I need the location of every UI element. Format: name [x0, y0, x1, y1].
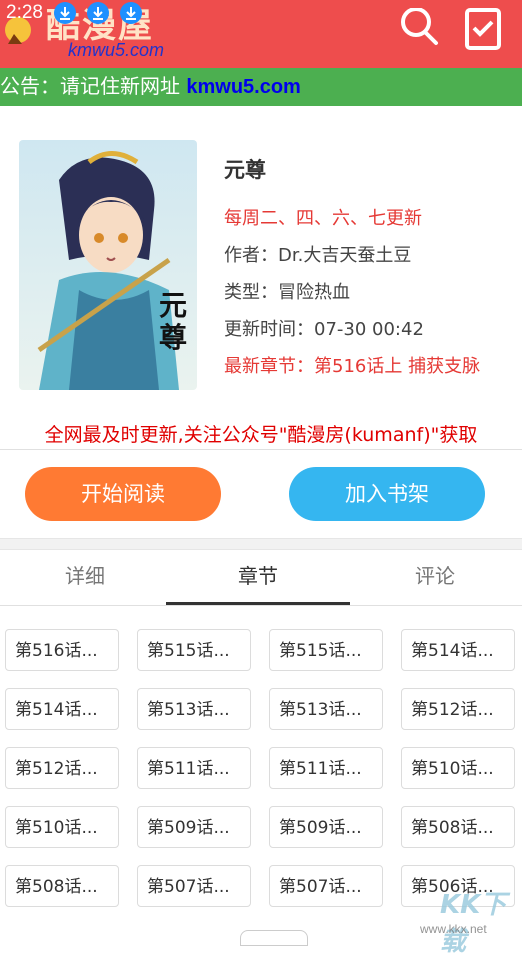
download-icon	[87, 2, 109, 24]
tab-chapters[interactable]: 章节	[166, 550, 350, 604]
chapter-item[interactable]: 第514话...	[401, 629, 515, 671]
chapter-item[interactable]: 第510话...	[401, 747, 515, 789]
chapter-item[interactable]: 第512话...	[401, 688, 515, 730]
chapter-item[interactable]: 第515话...	[137, 629, 251, 671]
status-time: 2:28	[6, 2, 43, 23]
status-bar: 2:28	[0, 0, 522, 28]
logo-url: kmwu5.com	[68, 40, 165, 60]
chapter-item[interactable]: 第512话...	[5, 747, 119, 789]
chapter-item[interactable]: 第511话...	[137, 747, 251, 789]
chapter-item[interactable]: 第514话...	[5, 688, 119, 730]
tab-details[interactable]: 详细	[0, 550, 170, 604]
comic-author: 作者：Dr.大吉天蚕土豆	[224, 245, 412, 266]
divider	[0, 605, 522, 606]
cover-caption: 元尊	[159, 289, 188, 354]
back-to-top-handle[interactable]	[240, 930, 308, 946]
start-reading-button[interactable]: 开始阅读	[25, 467, 221, 521]
update-time: 更新时间：07-30 00:42	[224, 319, 424, 340]
chapter-item[interactable]: 第508话...	[5, 865, 119, 907]
download-icon	[54, 2, 76, 24]
notice-text: 公告：请记住新网址	[0, 74, 187, 98]
comic-title: 元尊	[224, 158, 266, 182]
notice-bar: 公告：请记住新网址 kmwu5.com	[0, 68, 522, 106]
chapter-item[interactable]: 第507话...	[137, 865, 251, 907]
comic-genre: 类型：冒险热血	[224, 282, 350, 303]
watermark-url: www.kkx.net	[420, 922, 487, 936]
update-schedule: 每周二、四、六、七更新	[224, 208, 422, 229]
section-gap	[0, 538, 522, 550]
chapter-item[interactable]: 第510话...	[5, 806, 119, 848]
divider	[0, 449, 522, 450]
comic-cover[interactable]: 元尊	[19, 140, 197, 390]
download-icon	[120, 2, 142, 24]
chapter-item[interactable]: 第508话...	[401, 806, 515, 848]
chapter-item[interactable]: 第507话...	[269, 865, 383, 907]
chapter-item[interactable]: 第516话...	[5, 629, 119, 671]
notice-url[interactable]: kmwu5.com	[186, 76, 300, 98]
latest-chapter-link[interactable]: 最新章节：第516话上 捕获支脉	[224, 352, 480, 378]
chapter-item[interactable]: 第513话...	[137, 688, 251, 730]
chapter-item[interactable]: 第513话...	[269, 688, 383, 730]
promo-text: 全网最及时更新,关注公众号"酷漫房(kumanf)"获取	[44, 424, 478, 446]
chapter-item[interactable]: 第515话...	[269, 629, 383, 671]
watermark-text: KK下载	[440, 890, 507, 957]
tab-comments[interactable]: 评论	[350, 550, 520, 604]
chapter-item[interactable]: 第509话...	[269, 806, 383, 848]
chapter-item[interactable]: 第509话...	[137, 806, 251, 848]
chapter-item[interactable]: 第511话...	[269, 747, 383, 789]
add-to-shelf-button[interactable]: 加入书架	[289, 467, 485, 521]
